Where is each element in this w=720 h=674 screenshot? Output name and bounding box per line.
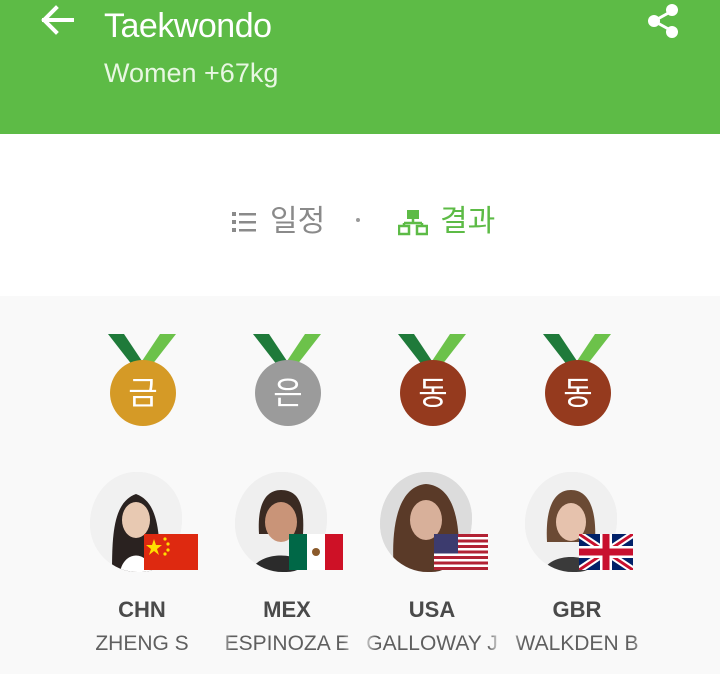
noc-code: GBR	[552, 597, 602, 622]
result-entry-bronze-2[interactable]: 동 GBR WALKDEN B	[507, 296, 647, 674]
arrow-left-icon	[41, 5, 74, 35]
athlete-name: ZHENG S	[95, 632, 189, 655]
tab-separator	[356, 218, 360, 222]
medal-label: 동	[545, 360, 611, 426]
noc-code: CHN	[118, 597, 166, 622]
athlete-name: ESPINOZA E	[217, 630, 357, 658]
tab-results[interactable]: 결과	[398, 202, 495, 242]
result-entry-gold[interactable]: 금 CHN ZHENG S	[72, 296, 212, 674]
medal-label: 동	[400, 360, 466, 426]
noc-code: USA	[408, 597, 456, 622]
result-entry-bronze-1[interactable]: 동 USA GALLOWAY J	[362, 296, 502, 674]
list-icon	[232, 212, 256, 232]
bronze-medal-icon: 동	[537, 332, 617, 428]
page-subtitle: Women +67kg	[104, 58, 279, 88]
share-icon	[648, 4, 678, 38]
medal-label: 금	[110, 360, 176, 426]
bronze-medal-icon: 동	[392, 332, 472, 428]
silver-medal-icon: 은	[247, 332, 327, 428]
app-bar: Taekwondo Women +67kg	[0, 0, 720, 134]
view-tabs: 일정 결과	[0, 134, 720, 296]
flag-china-icon	[144, 534, 198, 570]
athlete-name: GALLOWAY J	[362, 630, 502, 658]
gold-medal-icon: 금	[102, 332, 182, 428]
athlete-name: WALKDEN B	[507, 630, 647, 658]
share-button[interactable]	[644, 0, 684, 42]
flag-mexico-icon	[289, 534, 343, 570]
medal-results: 금 CHN ZHENG S 은 MEX ESPINOZA E 동 USA GAL…	[0, 296, 720, 674]
back-button[interactable]	[34, 0, 78, 40]
bracket-icon	[398, 210, 428, 236]
medal-label: 은	[255, 360, 321, 426]
result-entry-silver[interactable]: 은 MEX ESPINOZA E	[217, 296, 357, 674]
flag-uk-icon	[579, 534, 633, 570]
page-title: Taekwondo	[104, 7, 272, 45]
tab-results-label: 결과	[440, 205, 496, 238]
noc-code: MEX	[263, 597, 311, 622]
flag-usa-icon	[434, 534, 488, 570]
tab-schedule-label: 일정	[270, 205, 326, 238]
tab-schedule[interactable]: 일정	[230, 202, 325, 242]
